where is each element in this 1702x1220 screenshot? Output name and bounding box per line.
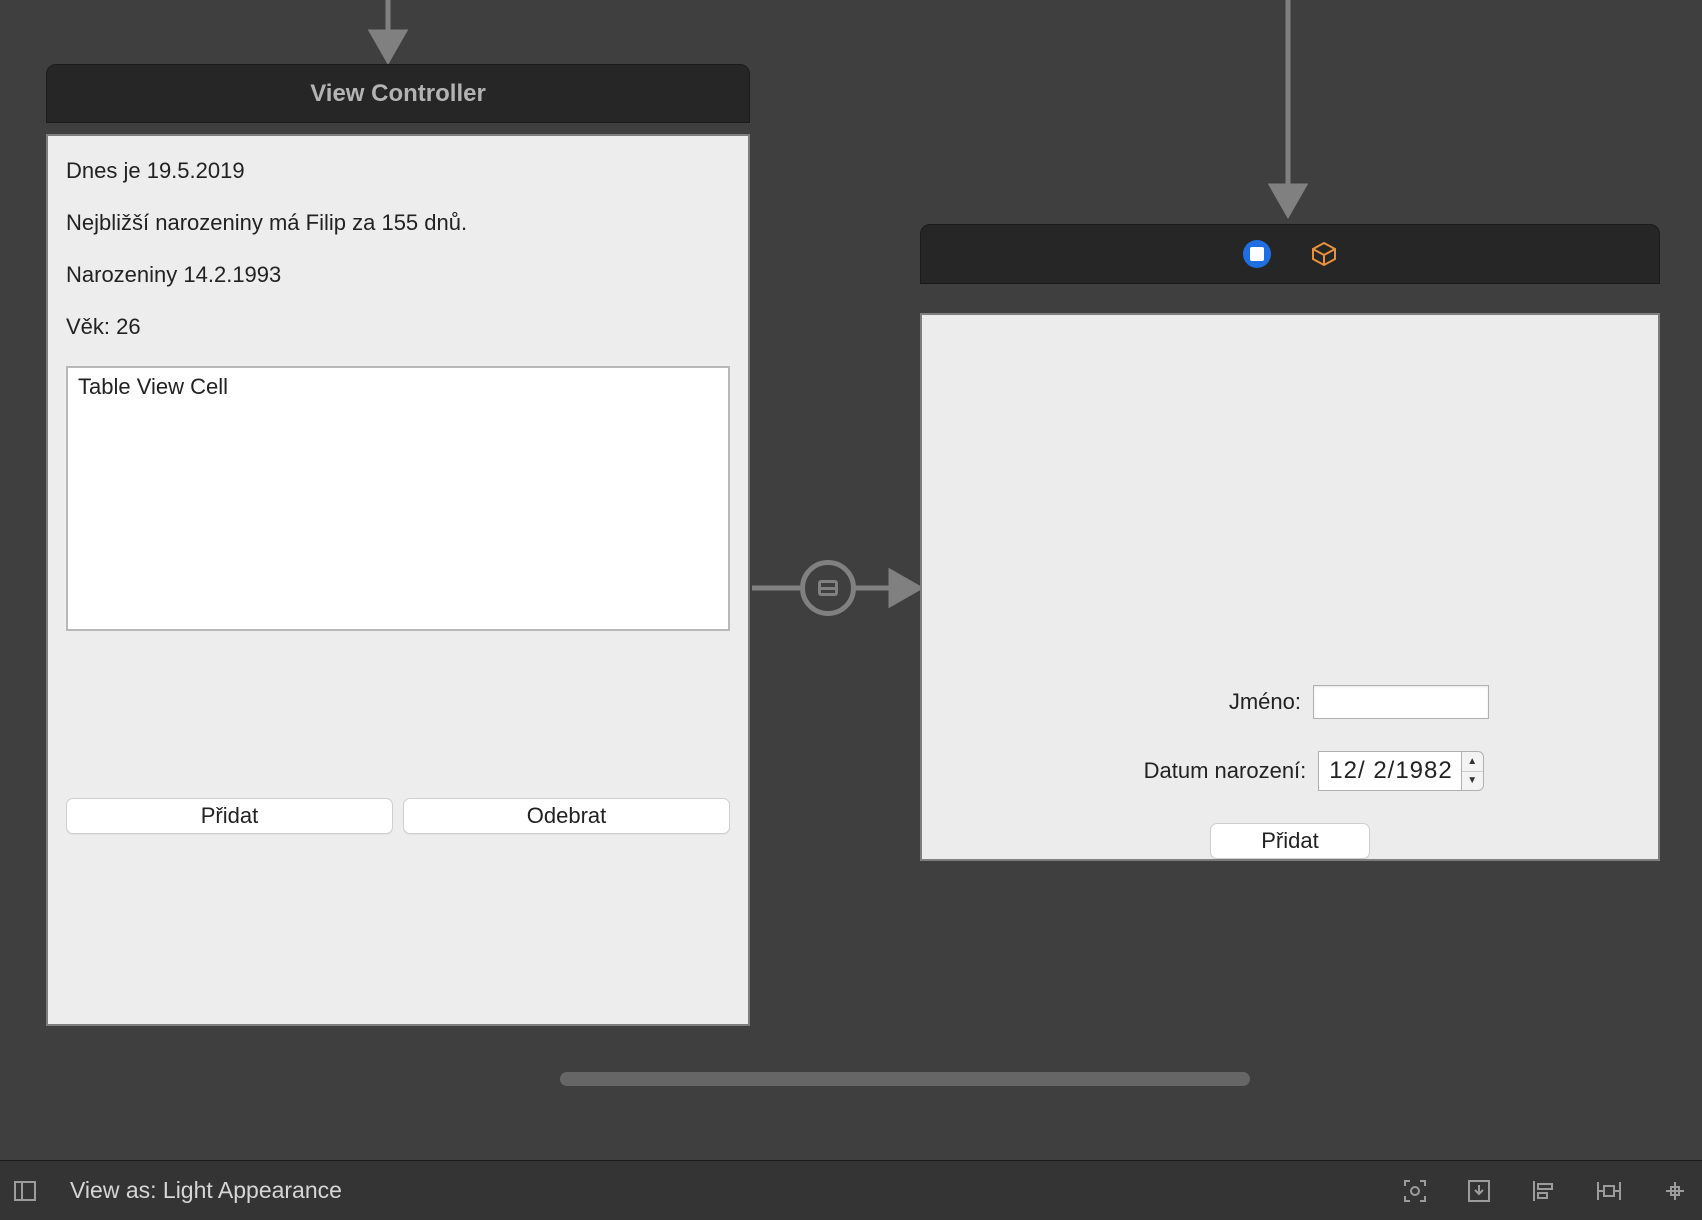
bottom-toolbar: View as: Light Appearance — [0, 1160, 1702, 1220]
dob-date-picker[interactable]: 12/ 2/1982 — [1318, 751, 1461, 791]
birthday-label: Narozeniny 14.2.1993 — [66, 262, 730, 288]
scene-title-text: View Controller — [310, 80, 486, 108]
stepper-up-icon[interactable]: ▲ — [1462, 752, 1483, 772]
entry-arrow-left — [358, 0, 418, 70]
name-input[interactable] — [1313, 685, 1489, 719]
window-controller-icon — [1243, 240, 1271, 268]
left-scene-view[interactable]: Dnes je 19.5.2019 Nejbližší narozeniny m… — [46, 134, 750, 1026]
closest-birthday-label: Nejbližší narozeniny má Filip za 155 dnů… — [66, 210, 730, 236]
entry-arrow-right — [1258, 0, 1318, 226]
focus-icon[interactable] — [1402, 1178, 1428, 1204]
align-icon[interactable] — [1530, 1178, 1556, 1204]
storyboard-canvas[interactable]: View Controller Dnes je 19.5.2019 Nejbli… — [0, 0, 1702, 1160]
remove-button[interactable]: Odebrat — [403, 798, 730, 834]
show-panel-icon[interactable] — [14, 1181, 36, 1201]
dob-field-label: Datum narození: — [1096, 758, 1306, 784]
add-button-left-label: Přidat — [201, 803, 258, 829]
horizontal-scrollbar-thumb[interactable] — [560, 1072, 1250, 1086]
scene-title-bar[interactable]: View Controller — [46, 64, 750, 123]
remove-button-label: Odebrat — [527, 803, 607, 829]
table-view-cell-prototype[interactable]: Table View Cell — [68, 368, 728, 404]
table-view[interactable]: Table View Cell — [66, 366, 730, 631]
pin-constraints-icon[interactable] — [1594, 1178, 1624, 1204]
add-button-left[interactable]: Přidat — [66, 798, 393, 834]
stepper-down-icon[interactable]: ▼ — [1462, 772, 1483, 791]
segue-line-left — [752, 560, 802, 618]
add-button-right[interactable]: Přidat — [1210, 823, 1370, 859]
embed-in-icon[interactable] — [1466, 1178, 1492, 1204]
view-as-label[interactable]: View as: Light Appearance — [70, 1177, 342, 1204]
dob-date-value: 12/ 2/1982 — [1329, 757, 1452, 785]
right-scene-view[interactable]: Jméno: Datum narození: 12/ 2/1982 ▲ ▼ Př… — [920, 313, 1660, 861]
segue-icon — [818, 580, 838, 596]
right-scene-title-bar[interactable] — [920, 224, 1660, 284]
segue-indicator[interactable] — [800, 560, 856, 616]
age-label: Věk: 26 — [66, 314, 730, 340]
today-label: Dnes je 19.5.2019 — [66, 158, 730, 184]
name-field-label: Jméno: — [1091, 689, 1301, 715]
segue-arrow — [855, 560, 925, 618]
first-responder-icon — [1311, 241, 1337, 267]
resolve-constraints-icon[interactable] — [1662, 1178, 1688, 1204]
add-button-right-label: Přidat — [1261, 828, 1318, 854]
dob-stepper[interactable]: ▲ ▼ — [1462, 751, 1484, 791]
